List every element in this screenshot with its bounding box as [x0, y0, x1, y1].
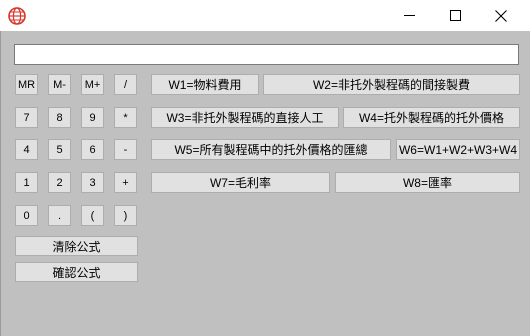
digit-6-button[interactable]: 6: [81, 139, 104, 160]
variable-w3-button[interactable]: W3=非托外製程碼的直接人工: [151, 107, 339, 128]
variable-w2-button[interactable]: W2=非托外製程碼的間接製費: [263, 74, 520, 95]
variable-w4-button[interactable]: W4=托外製程碼的托外價格: [343, 107, 520, 128]
variable-w1-button[interactable]: W1=物料費用: [151, 74, 259, 95]
minimize-button[interactable]: [386, 0, 432, 31]
digit-2-button[interactable]: 2: [48, 172, 71, 193]
minimize-icon: [403, 15, 415, 16]
variable-w7-button[interactable]: W7=毛利率: [151, 172, 330, 193]
variable-w6-button[interactable]: W6=W1+W2+W3+W4: [396, 139, 520, 160]
digit-0-button[interactable]: 0: [15, 205, 38, 226]
close-icon: [495, 9, 507, 22]
title-bar: [0, 0, 530, 31]
digit-3-button[interactable]: 3: [81, 172, 104, 193]
digit-9-button[interactable]: 9: [81, 107, 104, 128]
open-paren-button[interactable]: (: [81, 205, 104, 226]
add-button[interactable]: +: [114, 172, 137, 193]
close-paren-button[interactable]: ): [114, 205, 137, 226]
subtract-button[interactable]: -: [114, 139, 137, 160]
variable-w8-button[interactable]: W8=匯率: [335, 172, 520, 193]
close-button[interactable]: [478, 0, 524, 31]
decimal-point-button[interactable]: .: [48, 205, 71, 226]
digit-4-button[interactable]: 4: [15, 139, 38, 160]
maximize-button[interactable]: [432, 0, 478, 31]
digit-1-button[interactable]: 1: [15, 172, 38, 193]
digit-8-button[interactable]: 8: [48, 107, 71, 128]
m-minus-button[interactable]: M-: [48, 74, 71, 95]
app-globe-icon: [8, 7, 26, 25]
digit-5-button[interactable]: 5: [48, 139, 71, 160]
divide-button[interactable]: /: [114, 74, 137, 95]
confirm-formula-button[interactable]: 確認公式: [15, 262, 138, 282]
variable-w5-button[interactable]: W5=所有製程碼中的托外價格的匯總: [151, 139, 391, 160]
formula-input[interactable]: [14, 44, 519, 65]
digit-7-button[interactable]: 7: [15, 107, 38, 128]
mr-button[interactable]: MR: [15, 74, 38, 95]
clear-formula-button[interactable]: 清除公式: [15, 236, 138, 256]
maximize-icon: [449, 10, 461, 21]
multiply-button[interactable]: *: [114, 107, 137, 128]
m-plus-button[interactable]: M+: [81, 74, 104, 95]
